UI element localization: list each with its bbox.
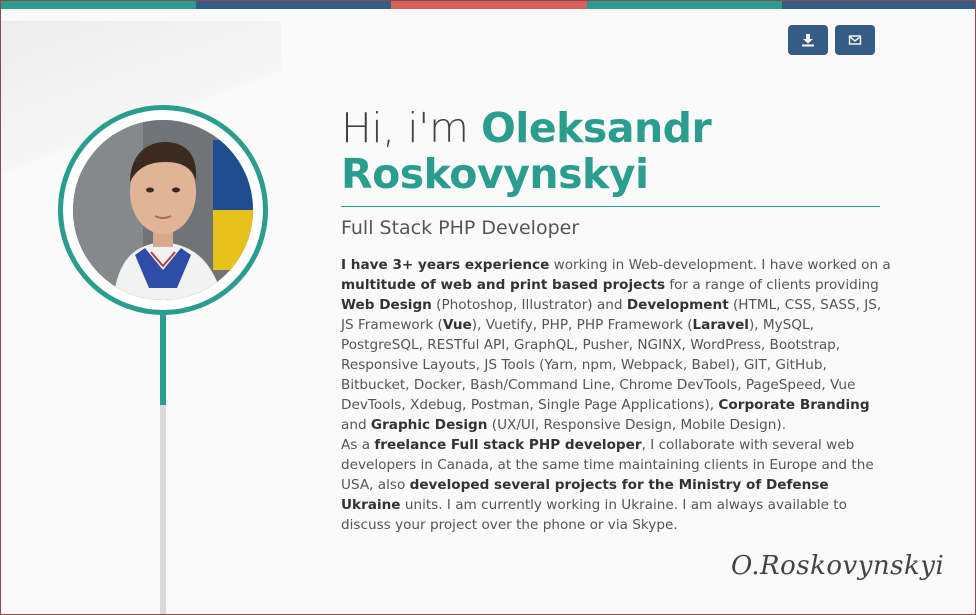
topbar-segment [1,1,197,9]
first-name: Oleksandr [480,104,712,152]
bio: I have 3+ years experience working in We… [341,255,891,535]
envelope-icon [848,35,862,45]
bio-text: and [341,417,371,433]
download-button[interactable] [788,25,828,55]
page-title: Hi, i'm Oleksandr Roskovynskyi [341,105,881,197]
topbar-segment [196,1,392,9]
bio-highlight: Graphic Design [370,417,488,433]
download-icon [802,34,814,47]
topbar-segment [586,1,782,9]
bio-highlight: multitude of web and print based project… [341,277,666,293]
bio-highlight: I have 3+ years experience [341,257,550,273]
greeting-text: Hi, i'm [341,104,469,152]
avatar [73,120,253,300]
bio-highlight: Development [626,297,729,313]
bio-highlight: Corporate Branding [718,397,870,413]
timeline-progress [160,313,166,405]
timeline-track [160,405,166,614]
title-divider [341,206,880,207]
bio-text: (Photoshop, Illustrator) and [431,297,627,313]
email-button[interactable] [835,25,875,55]
bio-text: units. I am currently working in Ukraine… [341,497,847,533]
bio-text: for a range of clients providing [665,277,879,293]
page-frame: Hi, i'm Oleksandr Roskovynskyi Full Stac… [0,0,976,615]
bio-text: working in Web-development. I have worke… [549,257,891,273]
top-color-bar [1,1,975,9]
signature: O.Roskovynskyi [731,551,945,581]
bio-text: ), Vuetify, PHP, PHP Framework ( [471,317,693,333]
bio-text: As a [341,437,375,453]
bio-text: (UX/UI, Responsive Design, Mobile Design… [487,417,787,433]
bio-highlight: Laravel [692,317,749,333]
bio-highlight: Vue [442,317,472,333]
bio-paragraph-2: As a freelance Full stack PHP developer,… [341,435,891,535]
bio-highlight: freelance Full stack PHP developer [374,437,642,453]
last-name: Roskovynskyi [341,150,649,198]
profile-photo [73,120,253,300]
bio-paragraph-1: I have 3+ years experience working in We… [341,255,891,435]
topbar-segment [391,1,587,9]
bio-highlight: Web Design [341,297,432,313]
job-title: Full Stack PHP Developer [341,217,580,239]
topbar-segment [781,1,975,9]
avatar-frame [58,105,268,315]
